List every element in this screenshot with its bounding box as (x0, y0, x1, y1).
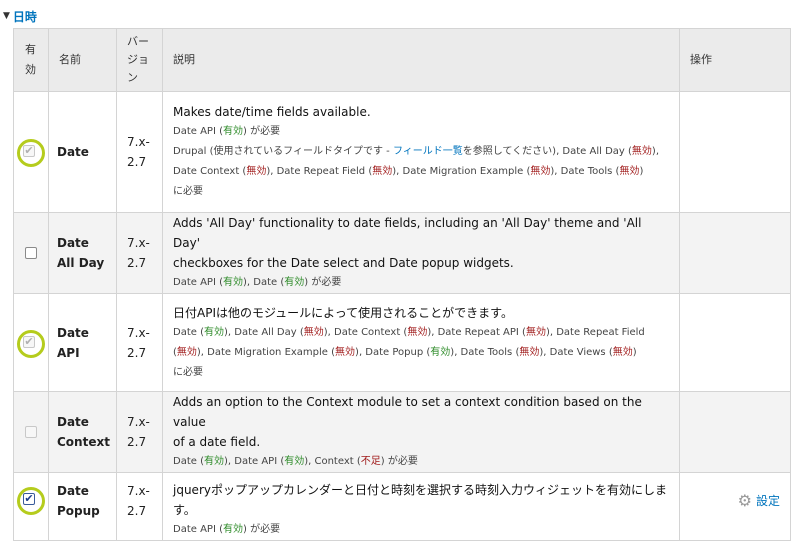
module-version-line-1: 7.x- (127, 135, 150, 149)
header-version-line-2: ジョ (127, 53, 149, 66)
module-description: Makes date/time fields available. (173, 105, 371, 119)
header-operations: 操作 (679, 28, 791, 92)
module-version-line-2: 2.7 (127, 345, 147, 360)
configure-link[interactable]: ⚙ 設定 (680, 473, 790, 510)
module-version-line-2: 2.7 (127, 504, 147, 518)
module-version-line-1: 7.x- (127, 415, 150, 429)
required-by-line-2: (無効), Date Migration Example (無効), Date … (173, 346, 637, 358)
required-by-line-1: Drupal (使用されているフィールドタイプです - フィールド一覧を参照して… (173, 146, 660, 157)
header-operations-label: 操作 (690, 53, 712, 66)
required-by-line-3: に必要 (173, 366, 203, 378)
module-row-date-context: Date Context 7.x- 2.7 Adds an option to … (13, 391, 791, 473)
module-row-date-api: ✔ Date API 7.x- 2.7 日付APIは他のモジュールによって使用さ… (13, 293, 791, 392)
header-version: バー ジョ ン (116, 28, 163, 92)
module-description-line-1: Adds an option to the Context module to … (173, 395, 642, 429)
module-version-line-1: 7.x- (127, 484, 150, 498)
module-version-line-2: 2.7 (127, 435, 147, 449)
header-version-line-1: バー (127, 35, 149, 48)
module-row-date-popup: ✔ Date Popup 7.x- 2.7 jqueryポップアップカレンダーと… (13, 472, 791, 541)
header-version-line-3: ン (127, 71, 138, 84)
module-name-line-2: All Day (57, 256, 105, 270)
module-name-line-2: API (57, 345, 80, 360)
module-description-line-1: Adds 'All Day' functionality to date fie… (173, 216, 642, 250)
header-name-label: 名前 (59, 53, 81, 66)
requires-line: Date API (有効), Date (有効) が必要 (173, 277, 342, 288)
module-name-line-1: Date (57, 236, 89, 250)
header-enabled: 有 効 (13, 28, 49, 92)
module-table: 有 効 名前 バー ジョ ン 説明 操作 ✔ Date 7.x- 2.7 Mak… (13, 28, 791, 541)
module-name-line-1: Date (57, 325, 89, 340)
module-version-line-1: 7.x- (127, 325, 150, 340)
fieldset-legend[interactable]: ▼ 日時 (0, 6, 37, 26)
module-row-date: ✔ Date 7.x- 2.7 Makes date/time fields a… (13, 91, 791, 213)
module-row-date-all-day: Date All Day 7.x- 2.7 Adds 'All Day' fun… (13, 212, 791, 294)
enable-checkbox-date-all-day[interactable] (14, 238, 49, 268)
enable-checkbox-date-api[interactable]: ✔ (14, 328, 49, 358)
enable-checkbox-date-popup[interactable]: ✔ (14, 485, 49, 515)
checkbox-box (25, 247, 37, 259)
checkmark-icon: ✔ (23, 144, 35, 157)
module-name: Date (57, 145, 89, 159)
module-description: jqueryポップアップカレンダーと日付と時刻を選択する時刻入力ウィジェットを有… (173, 483, 667, 517)
header-enabled-line-2: 効 (25, 63, 36, 76)
checkmark-icon: ✔ (23, 334, 35, 348)
configure-label[interactable]: 設定 (756, 492, 780, 509)
required-by-line-3: に必要 (173, 186, 203, 197)
module-version-line-2: 2.7 (127, 256, 147, 270)
module-version-line-1: 7.x- (127, 236, 150, 250)
required-by-line-1: Date (有効), Date All Day (無効), Date Conte… (173, 326, 645, 338)
module-name-line-1: Date (57, 484, 89, 498)
enable-checkbox-date[interactable]: ✔ (14, 137, 49, 167)
module-name-line-1: Date (57, 415, 89, 429)
header-name: 名前 (48, 28, 117, 92)
gear-icon: ⚙ (737, 491, 752, 510)
module-description-line-2: of a date field. (173, 435, 261, 449)
section-title[interactable]: 日時 (13, 8, 37, 25)
module-version-line-2: 2.7 (127, 155, 147, 169)
module-name-line-2: Popup (57, 504, 100, 518)
required-by-line-2: Date Context (無効), Date Repeat Field (無効… (173, 166, 644, 177)
header-enabled-line-1: 有 (25, 43, 36, 56)
header-description: 説明 (162, 28, 680, 92)
collapse-triangle-icon: ▼ (3, 11, 10, 21)
module-description-line-2: checkboxes for the Date select and Date … (173, 256, 514, 270)
requires-line: Date API (有効) が必要 (173, 126, 281, 137)
enable-checkbox-date-context[interactable] (14, 417, 49, 447)
module-name-line-2: Context (57, 435, 110, 449)
header-description-label: 説明 (173, 53, 195, 66)
checkbox-box (25, 426, 37, 438)
field-list-link[interactable]: フィールド一覧 (393, 146, 463, 157)
module-description: 日付APIは他のモジュールによって使用されることができます。 (173, 305, 513, 320)
checkmark-icon: ✔ (23, 492, 35, 505)
requires-line: Date API (有効) が必要 (173, 524, 281, 535)
requires-line: Date (有効), Date API (有効), Context (不足) が… (173, 456, 418, 467)
